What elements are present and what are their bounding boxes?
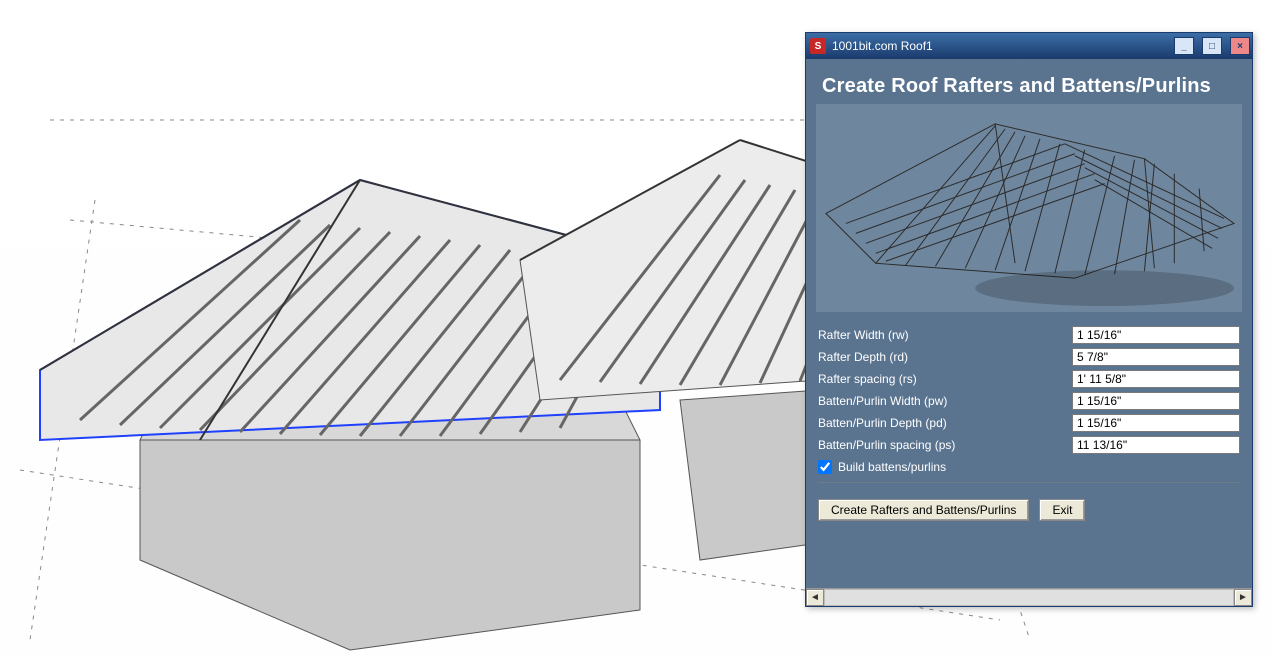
- label-purlin-depth: Batten/Purlin Depth (pd): [818, 416, 1064, 430]
- checkbox-build-battens[interactable]: [818, 460, 832, 474]
- close-button[interactable]: ×: [1230, 37, 1250, 55]
- label-rafter-spacing: Rafter spacing (rs): [818, 372, 1064, 386]
- field-purlin-depth: Batten/Purlin Depth (pd): [818, 412, 1240, 434]
- input-purlin-depth[interactable]: [1072, 414, 1240, 432]
- input-rafter-spacing[interactable]: [1072, 370, 1240, 388]
- scroll-right-arrow-icon[interactable]: ►: [1234, 589, 1252, 606]
- separator: [818, 482, 1240, 483]
- label-purlin-width: Batten/Purlin Width (pw): [818, 394, 1064, 408]
- horizontal-scrollbar[interactable]: ◄ ►: [806, 588, 1252, 606]
- input-purlin-spacing[interactable]: [1072, 436, 1240, 454]
- maximize-button[interactable]: □: [1202, 37, 1222, 55]
- field-rafter-spacing: Rafter spacing (rs): [818, 368, 1240, 390]
- roof-rafters-dialog: S 1001bit.com Roof1 _ □ × Create Roof Ra…: [805, 32, 1253, 607]
- input-rafter-width[interactable]: [1072, 326, 1240, 344]
- button-bar: Create Rafters and Battens/Purlins Exit: [806, 489, 1252, 529]
- field-rafter-depth: Rafter Depth (rd): [818, 346, 1240, 368]
- dialog-heading: Create Roof Rafters and Battens/Purlins: [806, 59, 1252, 104]
- field-purlin-spacing: Batten/Purlin spacing (ps): [818, 434, 1240, 456]
- label-rafter-depth: Rafter Depth (rd): [818, 350, 1064, 364]
- form-area: Rafter Width (rw) Rafter Depth (rd) Raft…: [806, 320, 1252, 489]
- field-purlin-width: Batten/Purlin Width (pw): [818, 390, 1240, 412]
- titlebar[interactable]: S 1001bit.com Roof1 _ □ ×: [806, 33, 1252, 59]
- scroll-track[interactable]: [824, 589, 1234, 606]
- exit-button[interactable]: Exit: [1039, 499, 1085, 521]
- dialog-body: Create Roof Rafters and Battens/Purlins: [806, 59, 1252, 588]
- window-title: 1001bit.com Roof1: [832, 39, 1166, 53]
- input-rafter-depth[interactable]: [1072, 348, 1240, 366]
- field-rafter-width: Rafter Width (rw): [818, 324, 1240, 346]
- label-rafter-width: Rafter Width (rw): [818, 328, 1064, 342]
- input-purlin-width[interactable]: [1072, 392, 1240, 410]
- preview-illustration: [816, 104, 1242, 312]
- minimize-button[interactable]: _: [1174, 37, 1194, 55]
- label-purlin-spacing: Batten/Purlin spacing (ps): [818, 438, 1064, 452]
- app-icon: S: [810, 38, 826, 54]
- checkbox-build-battens-label: Build battens/purlins: [838, 460, 946, 474]
- create-button[interactable]: Create Rafters and Battens/Purlins: [818, 499, 1029, 521]
- checkbox-build-battens-row: Build battens/purlins: [818, 456, 1240, 476]
- scroll-left-arrow-icon[interactable]: ◄: [806, 589, 824, 606]
